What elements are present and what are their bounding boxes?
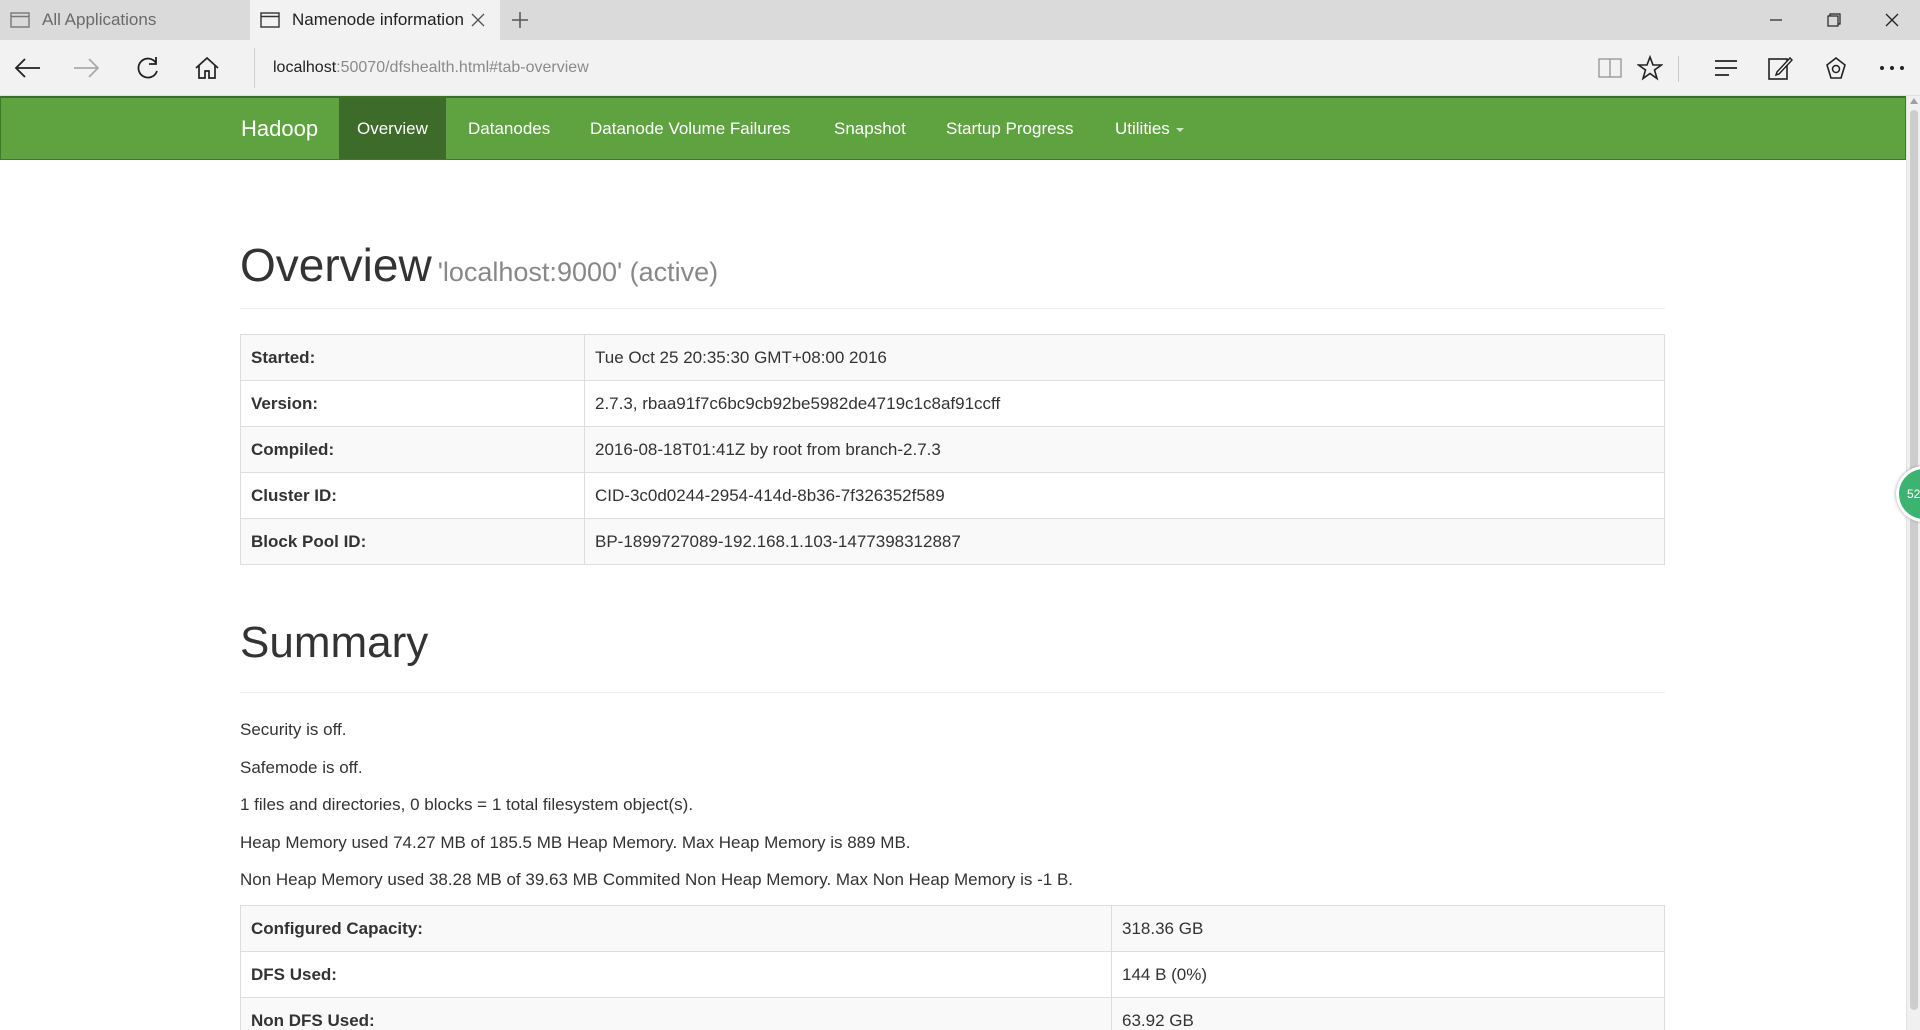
table-row: Started: Tue Oct 25 20:35:30 GMT+08:00 20… xyxy=(240,334,1665,381)
nav-startup-progress[interactable]: Startup Progress xyxy=(928,98,1092,159)
overview-title: Overview xyxy=(240,239,432,291)
restore-icon[interactable] xyxy=(1806,0,1862,40)
table-row: Configured Capacity: 318.36 GB xyxy=(240,905,1665,952)
table-key: DFS Used: xyxy=(240,951,1112,998)
table-key: Block Pool ID: xyxy=(240,518,585,565)
reading-view-icon[interactable] xyxy=(1588,48,1632,88)
nav-utilities-dropdown[interactable]: Utilities xyxy=(1097,98,1202,159)
table-row: Version: 2.7.3, rbaa91f7c6bc9cb92be5982de… xyxy=(240,380,1665,427)
table-key: Non DFS Used: xyxy=(240,997,1112,1030)
table-key: Version: xyxy=(240,380,585,427)
scrollbar-thumb[interactable] xyxy=(1910,110,1918,1010)
nav-overview[interactable]: Overview xyxy=(339,98,446,159)
summary-divider xyxy=(240,692,1665,693)
side-floating-badge[interactable]: 52 xyxy=(1896,466,1920,522)
table-value: CID-3c0d0244-2954-414d-8b36-7f326352f589 xyxy=(584,472,1665,519)
nav-utilities-label: Utilities xyxy=(1115,119,1170,138)
close-tab-icon[interactable] xyxy=(468,10,488,30)
browser-tab-all-applications[interactable]: All Applications xyxy=(0,0,250,40)
new-tab-icon[interactable] xyxy=(507,8,533,32)
close-window-icon[interactable] xyxy=(1864,0,1920,40)
web-note-icon[interactable] xyxy=(1758,48,1802,88)
filesystem-objects-text: 1 files and directories, 0 blocks = 1 to… xyxy=(240,795,694,814)
back-arrow-icon[interactable] xyxy=(6,48,50,88)
table-value: 2.7.3, rbaa91f7c6bc9cb92be5982de4719c1c8… xyxy=(584,380,1665,427)
table-row: Compiled: 2016-08-18T01:41Z by root from … xyxy=(240,426,1665,473)
table-row: DFS Used: 144 B (0%) xyxy=(240,951,1665,998)
chevron-down-icon xyxy=(1175,127,1184,132)
nav-datanodes[interactable]: Datanodes xyxy=(450,98,568,159)
page-icon xyxy=(10,12,30,28)
summary-heading: Summary xyxy=(240,618,429,667)
browser-address-bar: localhost:50070/dfshealth.html#tab-overv… xyxy=(0,40,1920,96)
favorite-star-icon[interactable] xyxy=(1628,48,1672,88)
safemode-status-text: Safemode is off. xyxy=(240,758,363,777)
browser-tab-namenode-information[interactable]: Namenode information xyxy=(250,0,500,40)
browser-tab-label: All Applications xyxy=(42,10,157,29)
hub-icon[interactable] xyxy=(1704,48,1748,88)
share-icon[interactable] xyxy=(1814,48,1858,88)
hadoop-navbar: Hadoop Overview Datanodes Datanode Volum… xyxy=(0,96,1906,160)
url-path: :50070/dfshealth.html#tab-overview xyxy=(336,59,589,76)
minimize-icon[interactable] xyxy=(1748,0,1804,40)
table-value: 144 B (0%) xyxy=(1111,951,1665,998)
nav-datanode-volume-failures[interactable]: Datanode Volume Failures xyxy=(572,98,808,159)
nav-snapshot[interactable]: Snapshot xyxy=(816,98,924,159)
summary-table: Configured Capacity: 318.36 GB DFS Used: 1… xyxy=(240,905,1665,1030)
overview-heading: Overview'localhost:9000' (active) xyxy=(240,238,718,292)
url-field[interactable]: localhost:50070/dfshealth.html#tab-overv… xyxy=(254,48,1554,88)
table-key: Started: xyxy=(240,334,585,381)
forward-arrow-icon[interactable] xyxy=(64,48,108,88)
vertical-scrollbar[interactable] xyxy=(1906,96,1920,1030)
table-value: 63.92 GB xyxy=(1111,997,1665,1030)
security-status-text: Security is off. xyxy=(240,720,347,739)
home-icon[interactable] xyxy=(185,48,229,88)
table-key: Configured Capacity: xyxy=(240,905,1112,952)
table-key: Cluster ID: xyxy=(240,472,585,519)
table-value: BP-1899727089-192.168.1.103-147739831288… xyxy=(584,518,1665,565)
table-value: 2016-08-18T01:41Z by root from branch-2.… xyxy=(584,426,1665,473)
browser-tab-label: Namenode information xyxy=(292,10,464,29)
table-row: Non DFS Used: 63.92 GB xyxy=(240,997,1665,1030)
toolbar-divider xyxy=(1678,56,1679,82)
table-value: Tue Oct 25 20:35:30 GMT+08:00 2016 xyxy=(584,334,1665,381)
scroll-up-arrow-icon[interactable] xyxy=(1910,98,1918,104)
overview-table: Started: Tue Oct 25 20:35:30 GMT+08:00 20… xyxy=(240,334,1665,565)
table-key: Compiled: xyxy=(240,426,585,473)
non-heap-memory-text: Non Heap Memory used 38.28 MB of 39.63 M… xyxy=(240,870,1074,889)
url-host: localhost xyxy=(273,59,337,76)
hadoop-brand-link[interactable]: Hadoop xyxy=(241,98,318,159)
browser-tab-strip: All Applications Namenode information xyxy=(0,0,1920,40)
page-icon xyxy=(260,12,280,28)
table-row: Block Pool ID: BP-1899727089-192.168.1.10… xyxy=(240,518,1665,565)
heap-memory-text: Heap Memory used 74.27 MB of 185.5 MB He… xyxy=(240,833,911,852)
heading-divider xyxy=(240,308,1665,309)
more-options-icon[interactable] xyxy=(1870,48,1914,88)
overview-subtitle: 'localhost:9000' (active) xyxy=(437,257,719,287)
table-row: Cluster ID: CID-3c0d0244-2954-414d-8b36-7… xyxy=(240,472,1665,519)
table-value: 318.36 GB xyxy=(1111,905,1665,952)
refresh-icon[interactable] xyxy=(126,48,170,88)
